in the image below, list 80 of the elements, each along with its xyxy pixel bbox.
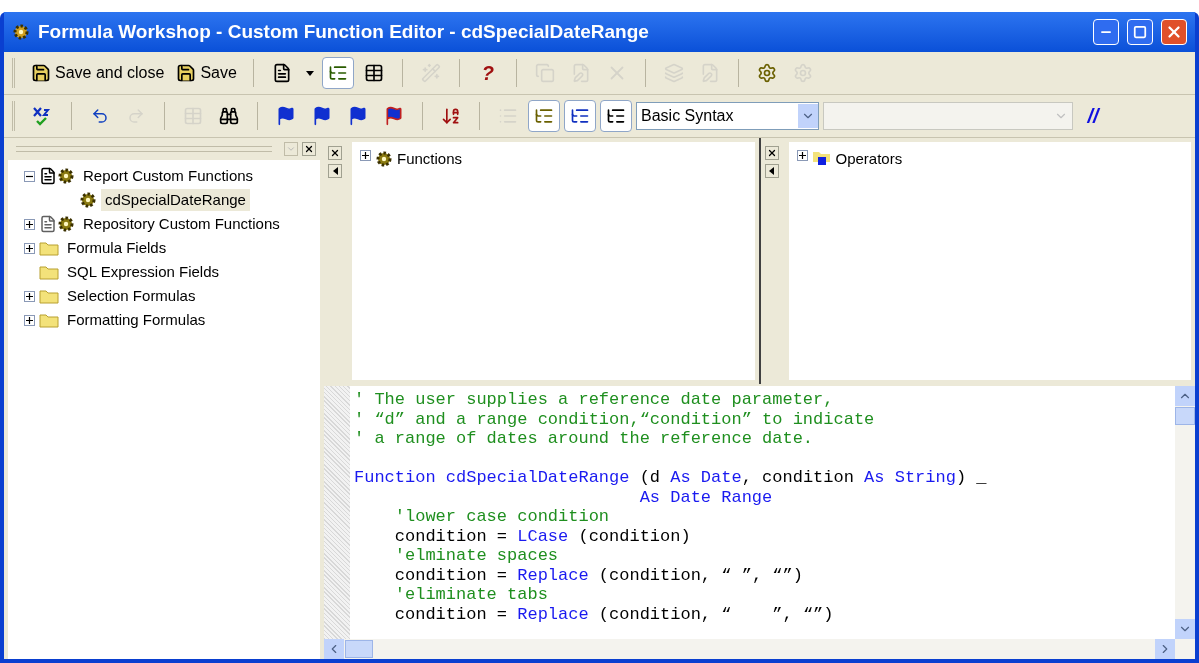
code-line: 'eliminate tabs — [393, 585, 548, 605]
code-line: 'lower case condition — [393, 507, 610, 527]
collapse-icon[interactable] — [24, 170, 35, 182]
close-icon — [1165, 23, 1183, 41]
folder-icon — [39, 288, 59, 304]
toolbar-button[interactable] — [528, 100, 560, 132]
maximize-button[interactable] — [1127, 19, 1153, 45]
expand-icon[interactable] — [360, 150, 371, 161]
gear-icon — [57, 215, 75, 233]
flag-icon — [348, 106, 368, 126]
window-title: Formula Workshop - Custom Function Editor - cdSpecialDateRange — [38, 19, 650, 44]
caret-left-icon — [332, 167, 338, 175]
close-icon — [330, 148, 340, 158]
code-line: ' “d” and a range condition,“condition” to indicate — [354, 409, 875, 429]
code-line: ' The user supplies a reference date parameter, — [354, 390, 834, 410]
code-line: condition = LCase (condition) — [393, 526, 691, 546]
tree-item[interactable]: cdSpecialDateRange — [101, 188, 250, 212]
tree-item[interactable]: Formatting Formulas — [63, 308, 210, 332]
code-line: ' a range of dates around the reference date. — [354, 429, 814, 449]
toolbar-button[interactable] — [321, 57, 354, 89]
flag-icon — [384, 106, 404, 126]
code-line: Function cdSpecialDateRange (d As Date, condition As String) _ — [354, 468, 987, 488]
gear-icon — [79, 191, 97, 209]
binoculars-icon — [219, 106, 239, 126]
tree-item[interactable]: Report Custom Functions — [79, 164, 258, 188]
undo-icon — [91, 107, 109, 125]
expand-icon[interactable] — [24, 314, 35, 326]
gear-icon — [57, 167, 75, 185]
expand-icon[interactable] — [796, 150, 808, 161]
floppy-icon — [176, 63, 197, 83]
tree-item[interactable]: SQL Expression Fields — [63, 260, 223, 284]
tree-item[interactable]: Selection Formulas — [63, 284, 200, 308]
expand-icon[interactable] — [24, 242, 35, 254]
toolbar-button[interactable] — [600, 100, 632, 132]
floppy-icon — [31, 63, 51, 83]
collapse-button[interactable] — [764, 164, 779, 178]
scroll-thumb[interactable] — [1175, 407, 1195, 425]
code-line: As Date Range — [638, 487, 773, 507]
tree-icon — [570, 106, 590, 126]
caret-icon — [305, 70, 314, 76]
chevron-down-icon — [286, 144, 296, 154]
folder-icon — [39, 264, 59, 280]
code-line: 'elminate spaces — [393, 546, 559, 566]
tree-icon — [606, 106, 626, 126]
tree-icon — [534, 106, 554, 126]
save-and-close-button[interactable]: Save and close — [27, 58, 169, 88]
maximize-icon — [1133, 25, 1147, 39]
help-button[interactable]: ? — [471, 57, 504, 89]
scroll-thumb[interactable] — [345, 640, 373, 658]
vertical-scrollbar[interactable] — [1175, 386, 1195, 639]
folder-icon — [39, 312, 59, 328]
code-line: condition = Replace (condition, “ ”, “”) — [393, 565, 803, 585]
tree-item[interactable]: Functions — [397, 150, 463, 168]
close-button[interactable] — [302, 142, 316, 156]
close-icon — [304, 144, 314, 154]
flag-icon — [312, 106, 332, 126]
sort-icon — [441, 106, 461, 126]
properties-icon — [363, 63, 384, 83]
close-icon — [766, 148, 777, 158]
minimize-button[interactable] — [1093, 19, 1119, 45]
save-button[interactable]: Save — [172, 58, 241, 88]
collapse-button[interactable] — [328, 164, 342, 178]
flag-icon — [276, 106, 296, 126]
toolbar-button[interactable] — [564, 100, 596, 132]
tree-item[interactable]: Repository Custom Functions — [79, 212, 284, 236]
tree-item[interactable]: Operators — [835, 150, 903, 168]
expand-icon[interactable] — [24, 290, 35, 302]
folder-icon — [39, 240, 59, 256]
tree-icon — [327, 63, 348, 83]
close-button[interactable] — [764, 146, 779, 160]
horizontal-scrollbar[interactable] — [324, 639, 1195, 659]
app-icon — [12, 23, 30, 41]
tree-item[interactable]: Formula Fields — [63, 236, 171, 260]
syntax-select[interactable]: Basic Syntax — [636, 102, 819, 130]
gear-icon — [756, 63, 777, 83]
code-line: condition = Replace (condition, “ ”, “”) — [393, 604, 834, 624]
close-button[interactable] — [328, 146, 342, 160]
comment-button[interactable]: // — [1077, 100, 1109, 132]
expand-icon[interactable] — [24, 218, 35, 230]
caret-left-icon — [769, 167, 774, 175]
